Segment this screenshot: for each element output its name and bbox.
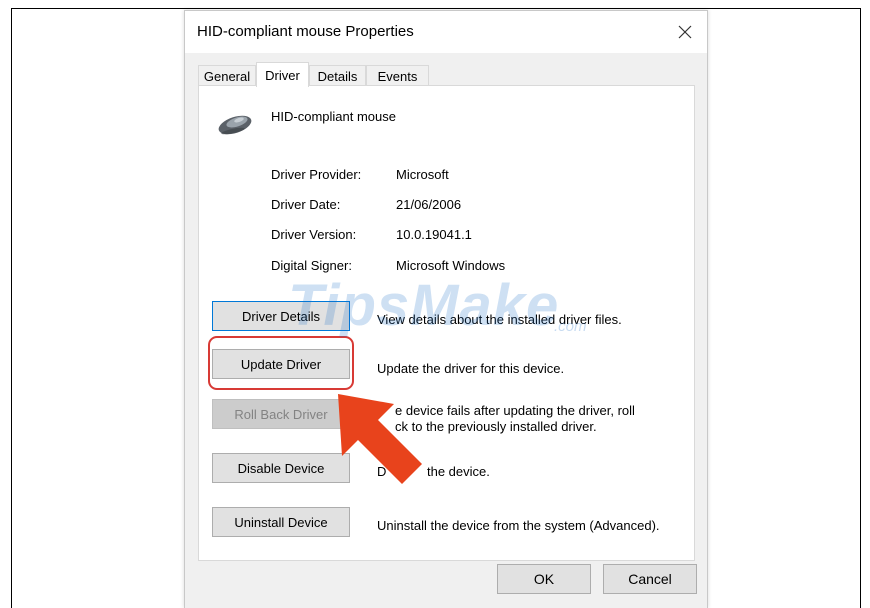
device-name: HID-compliant mouse — [271, 109, 396, 124]
driver-date-label: Driver Date: — [271, 197, 341, 212]
driver-details-button[interactable]: Driver Details — [212, 301, 350, 331]
driver-provider-value: Microsoft — [396, 167, 449, 182]
driver-version-value: 10.0.19041.1 — [396, 227, 472, 242]
disable-device-description: the device. — [427, 464, 490, 479]
digital-signer-label: Digital Signer: — [271, 258, 352, 273]
uninstall-device-button[interactable]: Uninstall Device — [212, 507, 350, 537]
roll-back-description-line2: ck to the previously installed driver. — [395, 419, 597, 434]
roll-back-driver-button: Roll Back Driver — [212, 399, 350, 429]
driver-details-description: View details about the installed driver … — [377, 312, 622, 327]
disable-device-button[interactable]: Disable Device — [212, 453, 350, 483]
driver-provider-label: Driver Provider: — [271, 167, 362, 182]
digital-signer-value: Microsoft Windows — [396, 258, 506, 273]
cancel-button[interactable]: Cancel — [603, 564, 697, 594]
disable-device-description-prefix: D — [377, 464, 387, 479]
update-driver-description: Update the driver for this device. — [377, 361, 565, 376]
roll-back-description-line1: e device fails after updating the driver… — [395, 403, 635, 418]
update-driver-highlight — [208, 336, 354, 390]
driver-date-value: 21/06/2006 — [396, 197, 462, 212]
dialog-content: HID-compliant mouse Driver Provider: Mic… — [184, 0, 708, 608]
tab-driver[interactable]: Driver — [256, 62, 309, 87]
mouse-icon — [218, 115, 252, 135]
uninstall-device-description: Uninstall the device from the system (Ad… — [377, 518, 660, 533]
driver-version-label: Driver Version: — [271, 227, 357, 242]
ok-button[interactable]: OK — [497, 564, 591, 594]
